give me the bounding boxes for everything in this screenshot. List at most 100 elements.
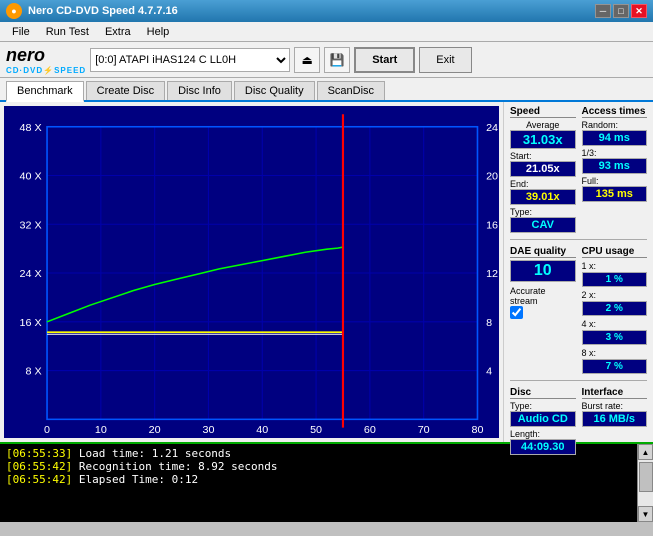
cpu-1x-value: 1 % xyxy=(582,272,648,287)
accurate-stream-group: Accurate stream xyxy=(510,286,576,319)
cpu-4x-value: 3 % xyxy=(582,330,648,345)
cpu-8x-label: 8 x: xyxy=(582,348,597,358)
log-message-1: Load time: 1.21 seconds xyxy=(79,447,231,460)
dae-label: DAE quality xyxy=(510,246,576,258)
speed-start-row: Start: 21.05x xyxy=(510,151,576,177)
dae-value: 10 xyxy=(510,260,576,282)
speed-average-label: Average 31.03x xyxy=(510,120,576,149)
random-row: Random: 94 ms xyxy=(582,120,648,146)
cpu-2x: 2 x: 2 % xyxy=(582,289,648,316)
tab-create-disc[interactable]: Create Disc xyxy=(86,81,165,100)
scroll-thumb[interactable] xyxy=(639,462,653,492)
burst-value: 16 MB/s xyxy=(582,411,648,427)
svg-text:0: 0 xyxy=(44,424,50,436)
menu-file[interactable]: File xyxy=(4,24,38,40)
minimize-button[interactable]: ─ xyxy=(595,4,611,18)
menu-runtest[interactable]: Run Test xyxy=(38,24,97,40)
interface-label: Interface xyxy=(582,387,648,399)
speed-end-row: End: 39.01x xyxy=(510,179,576,205)
full-value: 135 ms xyxy=(582,186,648,202)
svg-text:16: 16 xyxy=(486,220,498,232)
log-message-2: Recognition time: 8.92 seconds xyxy=(79,460,278,473)
tab-benchmark[interactable]: Benchmark xyxy=(6,81,84,102)
menu-extra[interactable]: Extra xyxy=(97,24,139,40)
type-value: CAV xyxy=(510,217,576,233)
drive-selector[interactable]: [0:0] ATAPI iHAS124 C LL0H xyxy=(90,48,290,72)
benchmark-chart: 48 X 40 X 32 X 24 X 16 X 8 X 24 20 16 12… xyxy=(4,106,499,438)
svg-text:24: 24 xyxy=(486,122,498,134)
log-timestamp-3: [06:55:42] xyxy=(6,473,72,486)
average-value: 31.03x xyxy=(510,130,576,149)
exit-button[interactable]: Exit xyxy=(419,47,471,73)
svg-text:10: 10 xyxy=(95,424,107,436)
speed-stats: Speed Average 31.03x Start: 21.05x End: … xyxy=(510,106,576,233)
disc-label: Disc xyxy=(510,387,576,399)
svg-text:70: 70 xyxy=(418,424,430,436)
log-line-3: [06:55:42] Elapsed Time: 0:12 xyxy=(6,473,631,486)
svg-text:30: 30 xyxy=(202,424,214,436)
app-icon: ● xyxy=(6,3,22,19)
cpu-8x-value: 7 % xyxy=(582,359,648,374)
title-bar-left: ● Nero CD-DVD Speed 4.7.7.16 xyxy=(6,3,178,19)
tab-disc-quality[interactable]: Disc Quality xyxy=(234,81,315,100)
log-timestamp-2: [06:55:42] xyxy=(6,460,72,473)
cpu-stats: CPU usage 1 x: 1 % 2 x: 2 % 4 x: 3 % 8 x… xyxy=(582,246,648,374)
chart-area: 48 X 40 X 32 X 24 X 16 X 8 X 24 20 16 12… xyxy=(4,106,499,438)
tab-bar: Benchmark Create Disc Disc Info Disc Qua… xyxy=(0,78,653,102)
tab-disc-info[interactable]: Disc Info xyxy=(167,81,232,100)
scroll-up-button[interactable]: ▲ xyxy=(638,444,653,460)
svg-text:40 X: 40 X xyxy=(20,171,42,183)
random-label: Random: xyxy=(582,120,648,130)
disc-type-label: Type: xyxy=(510,401,576,411)
onethird-row: 1/3: 93 ms xyxy=(582,148,648,174)
disc-length-label: Length: xyxy=(510,429,576,439)
end-label: End: xyxy=(510,179,576,189)
scroll-track xyxy=(638,460,653,506)
speed-type-row: Type: CAV xyxy=(510,207,576,233)
accurate-stream-checkbox[interactable] xyxy=(510,306,523,319)
log-timestamp-1: [06:55:33] xyxy=(6,447,72,460)
onethird-label: 1/3: xyxy=(582,148,648,158)
svg-text:50: 50 xyxy=(310,424,322,436)
svg-text:16 X: 16 X xyxy=(20,317,42,329)
svg-text:20: 20 xyxy=(486,171,498,183)
svg-text:48 X: 48 X xyxy=(20,122,42,134)
close-button[interactable]: ✕ xyxy=(631,4,647,18)
cpu-4x-label: 4 x: xyxy=(582,319,597,329)
svg-text:8: 8 xyxy=(486,317,492,329)
eject-button[interactable]: ⏏ xyxy=(294,47,320,73)
end-value: 39.01x xyxy=(510,189,576,205)
divider-1 xyxy=(510,239,647,240)
svg-text:80: 80 xyxy=(472,424,484,436)
tab-scandisc[interactable]: ScanDisc xyxy=(317,81,385,100)
save-button[interactable]: 💾 xyxy=(324,47,350,73)
divider-2 xyxy=(510,380,647,381)
top-stats-row: Speed Average 31.03x Start: 21.05x End: … xyxy=(510,106,647,233)
svg-text:4: 4 xyxy=(486,366,492,378)
cpu-1x: 1 x: 1 % xyxy=(582,260,648,287)
log-scrollbar[interactable]: ▲ ▼ xyxy=(637,444,653,522)
nero-logo-text: nero xyxy=(6,45,86,66)
window-controls: ─ □ ✕ xyxy=(595,4,647,18)
stats-panel: Speed Average 31.03x Start: 21.05x End: … xyxy=(503,102,653,442)
log-line-2: [06:55:42] Recognition time: 8.92 second… xyxy=(6,460,631,473)
cpu-2x-value: 2 % xyxy=(582,301,648,316)
cpu-2x-label: 2 x: xyxy=(582,290,597,300)
menu-bar: File Run Test Extra Help xyxy=(0,22,653,42)
scroll-down-button[interactable]: ▼ xyxy=(638,506,653,522)
log-line-1: [06:55:33] Load time: 1.21 seconds xyxy=(6,447,631,460)
full-label: Full: xyxy=(582,176,648,186)
random-value: 94 ms xyxy=(582,130,648,146)
log-area: [06:55:33] Load time: 1.21 seconds [06:5… xyxy=(0,442,653,522)
start-button[interactable]: Start xyxy=(354,47,415,73)
svg-text:40: 40 xyxy=(256,424,268,436)
toolbar: nero CD·DVD⚡SPEED [0:0] ATAPI iHAS124 C … xyxy=(0,42,653,78)
access-times-label: Access times xyxy=(582,106,648,118)
main-content: 48 X 40 X 32 X 24 X 16 X 8 X 24 20 16 12… xyxy=(0,102,653,442)
menu-help[interactable]: Help xyxy=(139,24,178,40)
cpu-4x: 4 x: 3 % xyxy=(582,318,648,345)
maximize-button[interactable]: □ xyxy=(613,4,629,18)
start-value: 21.05x xyxy=(510,161,576,177)
burst-label: Burst rate: xyxy=(582,401,648,411)
onethird-value: 93 ms xyxy=(582,158,648,174)
